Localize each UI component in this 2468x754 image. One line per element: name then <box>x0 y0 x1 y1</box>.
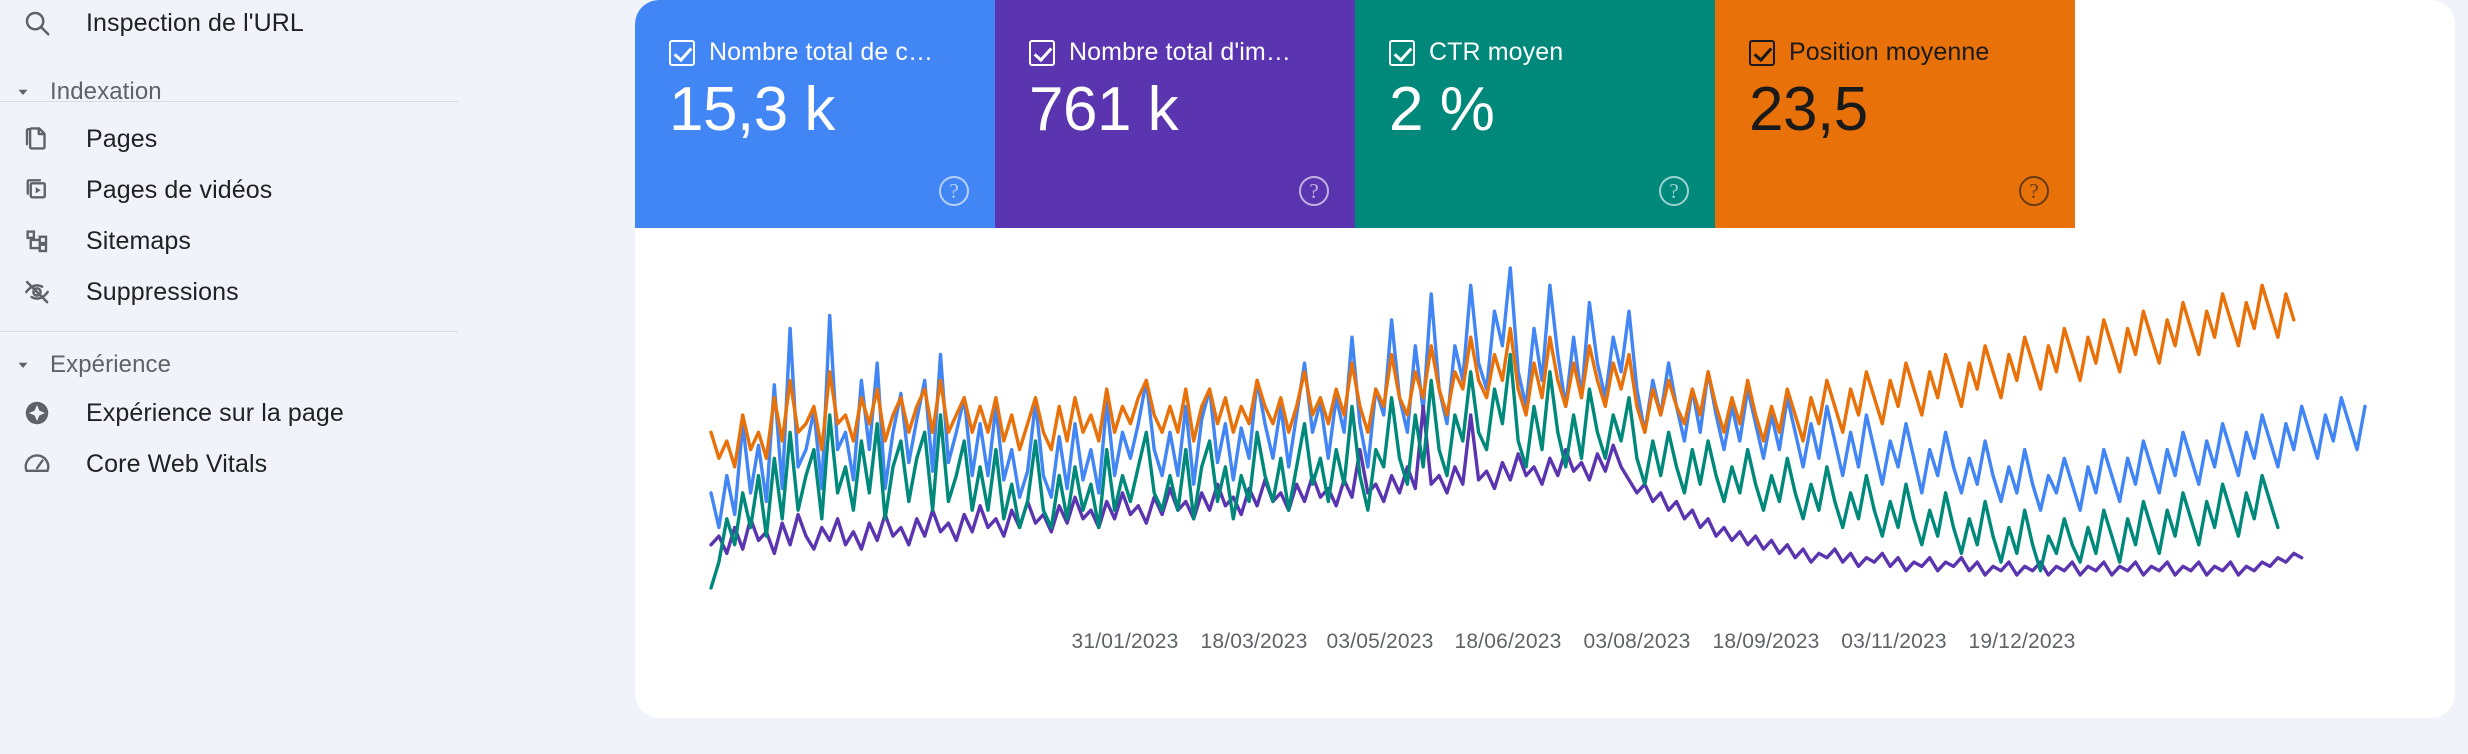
help-icon[interactable]: ? <box>939 176 969 206</box>
metric-card-value: 15,3 k <box>669 75 835 144</box>
sitemap-icon <box>14 218 60 264</box>
metric-card-title: Position moyenne <box>1789 38 1990 66</box>
chart-x-tick-label: 03/05/2023 <box>1326 630 1434 653</box>
eye-off-icon <box>14 269 60 315</box>
sidebar-section-experience[interactable]: Expérience <box>0 345 171 385</box>
metric-card-clicks[interactable]: Nombre total de c… 15,3 k ? <box>635 0 995 228</box>
metric-card-header: Position moyenne <box>1749 38 2075 67</box>
video-pages-icon <box>14 167 60 213</box>
sidebar-item-label: Pages <box>86 124 158 153</box>
help-icon[interactable]: ? <box>1659 176 1689 206</box>
metric-card-header: CTR moyen <box>1389 38 1715 67</box>
sidebar-item-label: Suppressions <box>86 277 239 306</box>
metric-cards-row: Nombre total de c… 15,3 k ? Nombre total… <box>635 0 2075 228</box>
chart-x-tick-label: 18/03/2023 <box>1200 630 1308 653</box>
left-sidebar: Inspection de l'URL Indexation Pages Pag… <box>0 0 620 754</box>
metric-card-ctr[interactable]: CTR moyen 2 % ? <box>1355 0 1715 228</box>
chart-x-tick-label: 31/01/2023 <box>1071 630 1179 653</box>
metric-card-value: 761 k <box>1029 75 1179 144</box>
help-icon[interactable]: ? <box>2019 176 2049 206</box>
chevron-down-icon <box>6 75 40 109</box>
sidebar-divider-2 <box>0 331 458 332</box>
sidebar-item-label: Expérience sur la page <box>86 398 344 427</box>
metric-card-impressions[interactable]: Nombre total d'im… 761 k ? <box>995 0 1355 228</box>
checkbox-checked-icon[interactable] <box>1749 39 1775 66</box>
sidebar-item-url-inspection[interactable]: Inspection de l'URL <box>0 0 560 54</box>
search-icon <box>14 0 60 46</box>
sidebar-section-indexation[interactable]: Indexation <box>0 72 162 112</box>
chart-x-tick-label: 18/06/2023 <box>1454 630 1562 653</box>
checkbox-checked-icon[interactable] <box>1029 39 1055 66</box>
chart-x-tick-label: 03/11/2023 <box>1841 630 1947 653</box>
chevron-down-icon <box>6 348 40 382</box>
sidebar-item-label: Inspection de l'URL <box>86 8 304 37</box>
sidebar-item-label: Core Web Vitals <box>86 449 268 478</box>
metric-card-position[interactable]: Position moyenne 23,5 ? <box>1715 0 2075 228</box>
sidebar-item-label: Sitemaps <box>86 226 192 255</box>
chart-x-tick-label: 19/12/2023 <box>1968 630 2076 653</box>
metric-card-value: 2 % <box>1389 75 1495 144</box>
speedometer-icon <box>14 441 60 487</box>
metric-card-title: CTR moyen <box>1429 38 1564 66</box>
performance-panel: Nombre total de c… 15,3 k ? Nombre total… <box>635 0 2455 718</box>
pages-icon <box>14 116 60 162</box>
checkbox-checked-icon[interactable] <box>669 39 695 66</box>
sidebar-item-removals[interactable]: Suppressions <box>0 261 560 323</box>
chart-x-tick-label: 03/08/2023 <box>1583 630 1691 653</box>
sidebar-item-label: Pages de vidéos <box>86 175 273 204</box>
metric-card-title: Nombre total d'im… <box>1069 38 1291 66</box>
metric-card-value: 23,5 <box>1749 75 1868 144</box>
checkbox-checked-icon[interactable] <box>1389 39 1415 66</box>
chart-series-line <box>709 352 2280 590</box>
search-console-performance-screen: Inspection de l'URL Indexation Pages Pag… <box>0 0 2468 754</box>
help-icon[interactable]: ? <box>1299 176 1329 206</box>
chart-x-axis: 31/01/2023 18/03/2023 03/05/2023 18/06/2023… <box>635 630 2455 670</box>
performance-chart[interactable]: 31/01/2023 18/03/2023 03/05/2023 18/06/2023… <box>635 228 2455 718</box>
metric-card-header: Nombre total d'im… <box>1029 38 1355 67</box>
chart-x-tick-label: 18/09/2023 <box>1712 630 1820 653</box>
chart-plot-area[interactable] <box>635 228 2455 628</box>
sidebar-section-label: Indexation <box>50 78 162 105</box>
page-experience-icon <box>14 390 60 436</box>
chart-series-line <box>709 266 2367 530</box>
sidebar-item-core-web-vitals[interactable]: Core Web Vitals <box>0 433 560 495</box>
metric-card-title: Nombre total de c… <box>709 38 934 66</box>
metric-card-header: Nombre total de c… <box>669 38 995 67</box>
sidebar-section-label: Expérience <box>50 351 172 378</box>
